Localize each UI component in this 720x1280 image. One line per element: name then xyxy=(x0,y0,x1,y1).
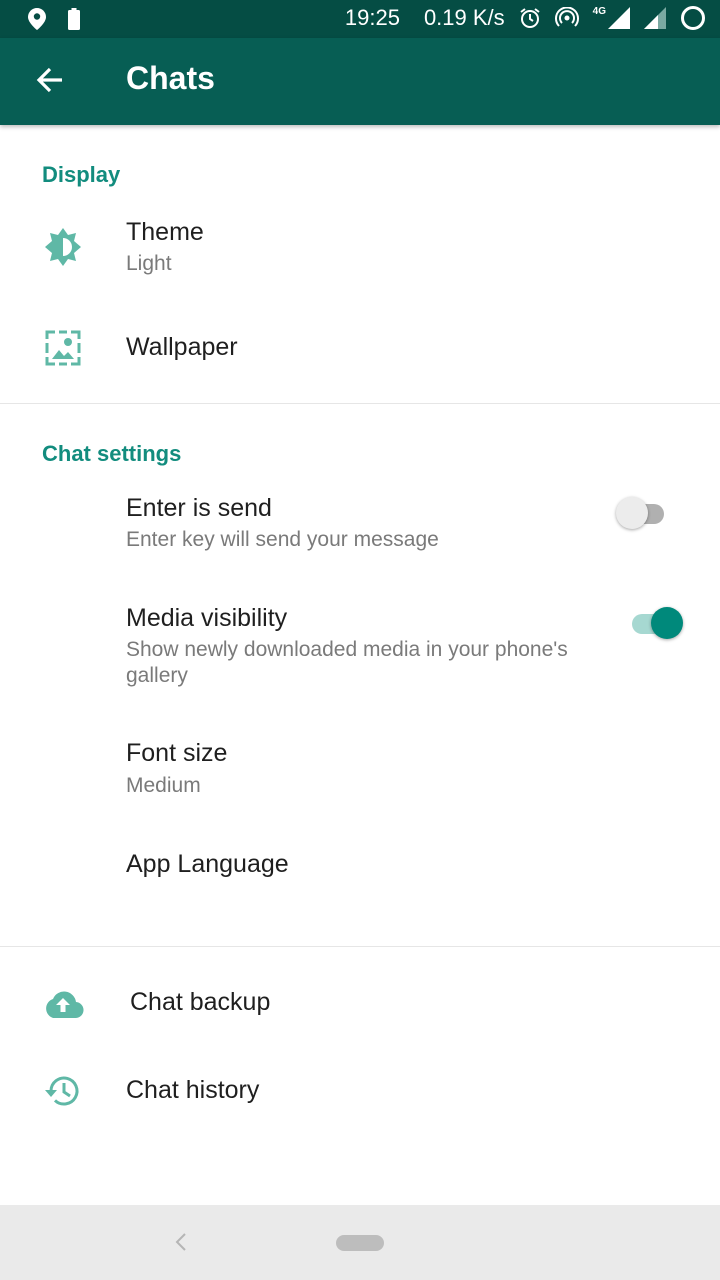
cloud-upload-icon xyxy=(46,991,84,1019)
circle-icon xyxy=(681,6,705,30)
app-bar: Chats xyxy=(0,38,720,125)
divider xyxy=(0,403,720,404)
setting-title: Chat history xyxy=(126,1076,260,1104)
setting-value: Medium xyxy=(126,774,201,797)
page-title: Chats xyxy=(126,60,215,96)
media-visibility-toggle[interactable] xyxy=(624,604,684,640)
setting-title: Theme xyxy=(126,218,204,246)
setting-title: Chat backup xyxy=(130,988,271,1016)
setting-title: Media visibility xyxy=(126,604,288,632)
network-speed: 0.19 K/s xyxy=(423,5,505,30)
setting-media-visibility[interactable]: Media visibility Show newly downloaded m… xyxy=(0,590,720,700)
setting-title: App Language xyxy=(126,850,289,878)
section-header-chat-settings: Chat settings xyxy=(42,441,182,466)
toggle-thumb xyxy=(651,607,683,639)
setting-title: Wallpaper xyxy=(126,333,238,361)
location-icon xyxy=(28,8,46,30)
clock-time: 19:25 xyxy=(344,5,400,30)
brightness-icon xyxy=(45,228,81,266)
divider xyxy=(0,946,720,947)
section-header-display: Display xyxy=(42,162,121,187)
history-icon xyxy=(45,1076,79,1106)
setting-app-language[interactable]: App Language xyxy=(0,830,720,910)
wallpaper-icon xyxy=(45,330,81,366)
setting-enter-is-send[interactable]: Enter is send Enter key will send your m… xyxy=(0,480,720,570)
setting-value: Light xyxy=(126,252,172,275)
nav-back-icon[interactable] xyxy=(172,1231,190,1253)
setting-wallpaper[interactable]: Wallpaper xyxy=(0,300,720,392)
toggle-thumb xyxy=(616,497,648,529)
hotspot-icon xyxy=(554,7,579,27)
setting-title: Font size xyxy=(126,739,228,767)
setting-chat-history[interactable]: Chat history xyxy=(0,1050,720,1136)
setting-title: Enter is send xyxy=(126,494,272,522)
setting-description: Show newly downloaded media in your phon… xyxy=(126,638,568,687)
enter-is-send-toggle[interactable] xyxy=(614,494,674,530)
battery-icon xyxy=(68,8,80,30)
system-nav-bar xyxy=(0,1205,720,1280)
setting-font-size[interactable]: Font size Medium xyxy=(0,725,720,815)
signal-icon-2 xyxy=(644,7,666,29)
setting-description: Enter key will send your message xyxy=(126,528,439,551)
network-type: 4G xyxy=(592,6,606,17)
signal-icon xyxy=(608,7,630,29)
arrow-left-icon[interactable] xyxy=(32,62,68,98)
alarm-icon xyxy=(520,8,540,28)
status-bar: 19:25 0.19 K/s 4G xyxy=(0,0,720,38)
setting-chat-backup[interactable]: Chat backup xyxy=(0,960,720,1046)
setting-theme[interactable]: Theme Light xyxy=(0,200,720,292)
nav-home-pill[interactable] xyxy=(336,1235,384,1251)
